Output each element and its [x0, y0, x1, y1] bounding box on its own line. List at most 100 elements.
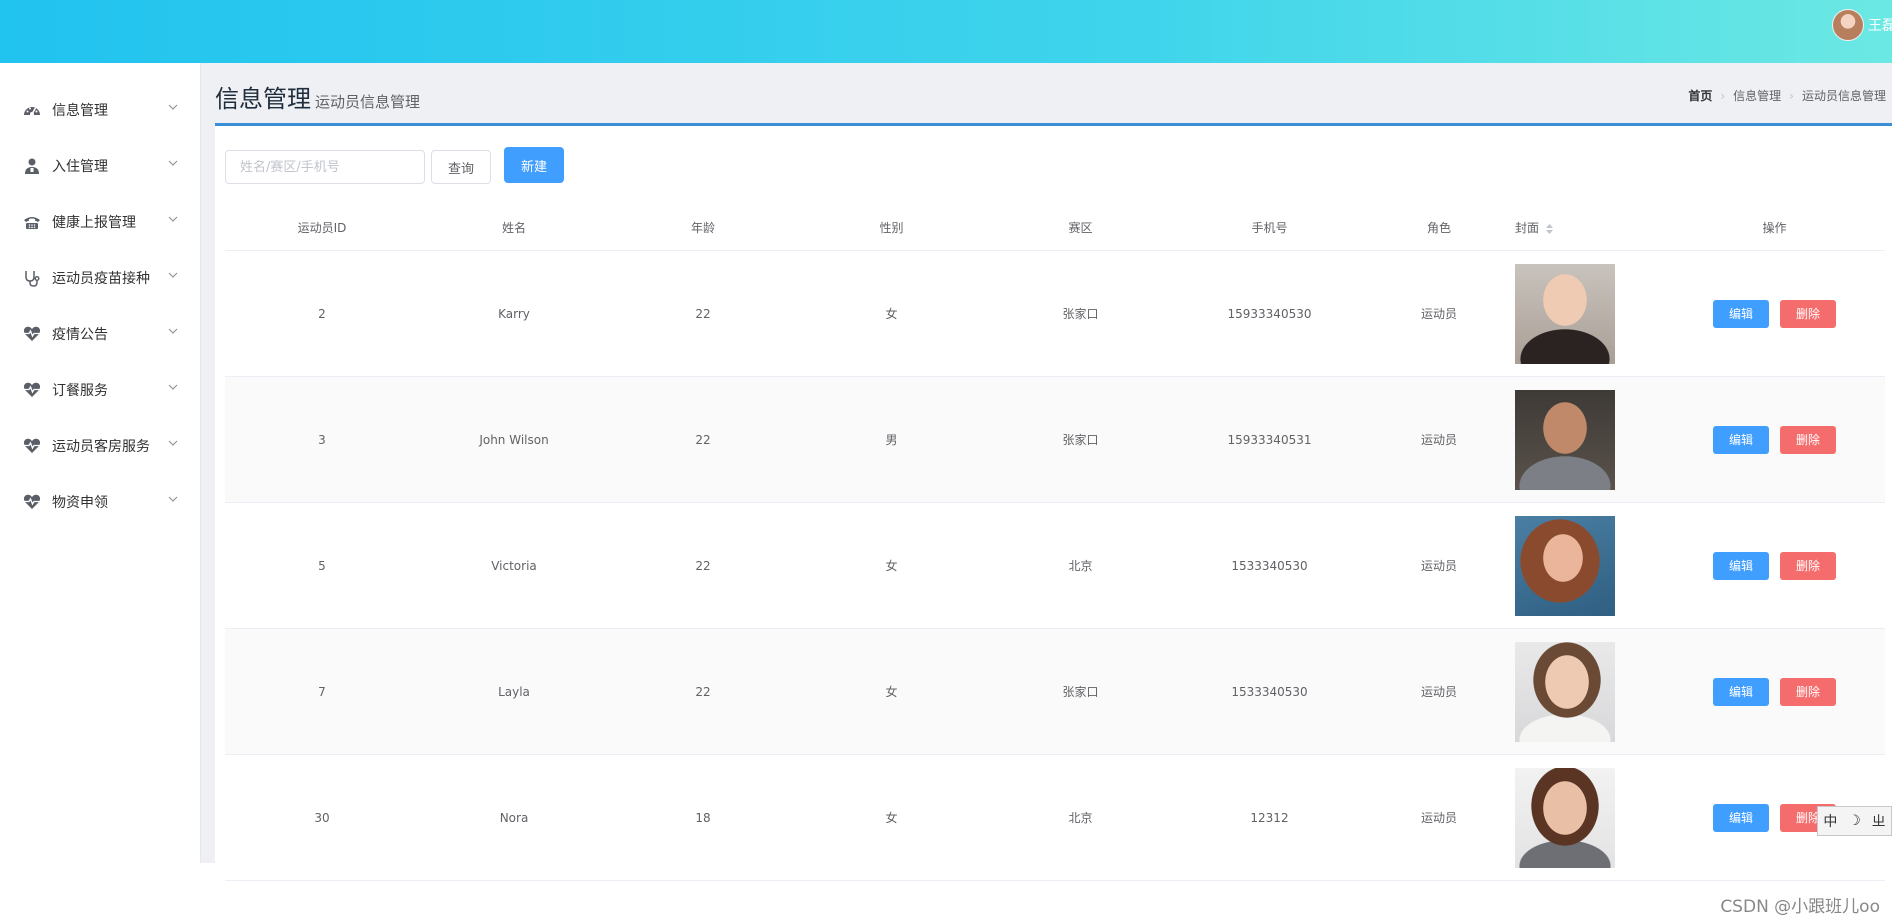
sidebar-item-label: 入住管理 — [52, 159, 108, 175]
avatar[interactable] — [1832, 9, 1864, 41]
edit-button[interactable]: 编辑 — [1713, 299, 1769, 328]
chevron-down-icon — [168, 104, 178, 110]
cell-phone: 1533340530 — [1175, 628, 1364, 755]
cell-actions: 编辑 删除 — [1664, 376, 1885, 503]
sidebar-item-checkin-management[interactable]: 入住管理 — [0, 138, 200, 194]
sidebar-item-supplies-request[interactable]: 物资申领 — [0, 474, 200, 530]
user-menu[interactable]: 王磊 — [1832, 9, 1892, 41]
cell-phone: 15933340530 — [1175, 250, 1364, 377]
table-header-row: 运动员ID 姓名 年龄 性别 赛区 手机号 角色 封面 操作 — [225, 205, 1885, 251]
column-header-actions: 操作 — [1664, 205, 1885, 251]
table-row: 3 John Wilson 22 男 张家口 15933340531 运动员 编… — [225, 376, 1885, 503]
column-header-phone: 手机号 — [1175, 205, 1364, 251]
cell-id: 2 — [225, 250, 419, 377]
ime-moon-icon[interactable]: ☽ — [1848, 813, 1861, 829]
cover-image[interactable] — [1515, 263, 1615, 364]
cell-age: 18 — [609, 754, 797, 881]
ime-toolbar[interactable]: 中 ☽ ㄓ — [1817, 806, 1892, 836]
page-subtitle: 运动员信息管理 — [315, 93, 421, 111]
cell-zone: 张家口 — [986, 376, 1175, 503]
edit-button[interactable]: 编辑 — [1713, 803, 1769, 832]
breadcrumb: 首页 › 信息管理 › 运动员信息管理 — [1688, 87, 1886, 104]
delete-button[interactable]: 删除 — [1780, 299, 1836, 328]
cell-zone: 北京 — [986, 502, 1175, 629]
cover-image[interactable] — [1515, 767, 1615, 868]
edit-button[interactable]: 编辑 — [1713, 677, 1769, 706]
delete-button[interactable]: 删除 — [1780, 425, 1836, 454]
cell-name: Karry — [419, 250, 609, 377]
sidebar-item-meal-service[interactable]: 订餐服务 — [0, 362, 200, 418]
heartbeat-icon — [22, 380, 42, 400]
column-header-id: 运动员ID — [225, 205, 419, 251]
column-header-cover-label: 封面 — [1515, 221, 1540, 235]
sidebar-item-label: 疫情公告 — [52, 327, 108, 343]
cover-image[interactable] — [1515, 515, 1615, 616]
new-button[interactable]: 新建 — [504, 147, 564, 183]
column-header-name: 姓名 — [419, 205, 609, 251]
cell-id: 7 — [225, 628, 419, 755]
cell-zone: 张家口 — [986, 250, 1175, 377]
cell-id: 3 — [225, 376, 419, 503]
breadcrumb-separator-icon: › — [1789, 88, 1794, 103]
table-row: 2 Karry 22 女 张家口 15933340530 运动员 编辑 删除 — [225, 250, 1885, 377]
column-header-role: 角色 — [1364, 205, 1514, 251]
watermark: CSDN @小跟班儿oo — [1720, 897, 1880, 917]
sidebar-item-epidemic-notice[interactable]: 疫情公告 — [0, 306, 200, 362]
main-content: 信息管理运动员信息管理 首页 › 信息管理 › 运动员信息管理 查询 新建 运动… — [201, 63, 1892, 881]
cell-actions: 编辑 删除 — [1664, 628, 1885, 755]
sidebar-item-vaccination[interactable]: 运动员疫苗接种 — [0, 250, 200, 306]
edit-button[interactable]: 编辑 — [1713, 425, 1769, 454]
cell-zone: 张家口 — [986, 628, 1175, 755]
sidebar-item-label: 订餐服务 — [52, 383, 108, 399]
chevron-down-icon — [168, 496, 178, 502]
delete-button[interactable]: 删除 — [1780, 551, 1836, 580]
cell-age: 22 — [609, 628, 797, 755]
cell-age: 22 — [609, 376, 797, 503]
chevron-down-icon — [168, 272, 178, 278]
ime-mode-icon[interactable]: ㄓ — [1872, 811, 1886, 831]
column-header-zone: 赛区 — [986, 205, 1175, 251]
username[interactable]: 王磊 — [1868, 15, 1892, 35]
phone-icon — [22, 212, 42, 232]
top-header: 王磊 — [0, 0, 1892, 63]
chevron-down-icon — [168, 384, 178, 390]
breadcrumb-current: 运动员信息管理 — [1801, 89, 1886, 103]
cell-role: 运动员 — [1364, 754, 1514, 881]
page-title-text: 信息管理 — [215, 85, 311, 113]
cell-gender: 男 — [797, 376, 986, 503]
cell-cover — [1514, 376, 1664, 503]
cell-phone: 1533340530 — [1175, 502, 1364, 629]
cover-image[interactable] — [1515, 389, 1615, 490]
sidebar-item-room-service[interactable]: 运动员客房服务 — [0, 418, 200, 474]
breadcrumb-home[interactable]: 首页 — [1688, 87, 1712, 104]
ime-language-toggle[interactable]: 中 — [1823, 811, 1837, 831]
table-row: 30 Nora 18 女 北京 12312 运动员 编辑 删除 — [225, 754, 1885, 881]
sidebar-item-health-report[interactable]: 健康上报管理 — [0, 194, 200, 250]
delete-button[interactable]: 删除 — [1780, 677, 1836, 706]
cell-actions: 编辑 删除 — [1664, 502, 1885, 629]
cover-image[interactable] — [1515, 641, 1615, 742]
sidebar-item-label: 健康上报管理 — [52, 215, 136, 231]
sort-icon[interactable] — [1545, 223, 1554, 235]
sidebar-item-label: 信息管理 — [52, 103, 108, 119]
sidebar-item-label: 运动员客房服务 — [52, 439, 150, 455]
cell-actions: 编辑 删除 — [1664, 250, 1885, 377]
sidebar-item-info-management[interactable]: 信息管理 — [0, 82, 200, 138]
cell-cover — [1514, 628, 1664, 755]
breadcrumb-info-management[interactable]: 信息管理 — [1733, 87, 1781, 104]
stethoscope-icon — [22, 268, 42, 288]
cell-role: 运动员 — [1364, 376, 1514, 503]
cell-gender: 女 — [797, 628, 986, 755]
column-header-cover[interactable]: 封面 — [1514, 205, 1664, 251]
query-button[interactable]: 查询 — [431, 150, 491, 184]
table-row: 5 Victoria 22 女 北京 1533340530 运动员 编辑 删除 — [225, 502, 1885, 629]
cell-age: 22 — [609, 250, 797, 377]
cell-id: 30 — [225, 754, 419, 881]
cell-phone: 12312 — [1175, 754, 1364, 881]
column-header-gender: 性别 — [797, 205, 986, 251]
edit-button[interactable]: 编辑 — [1713, 551, 1769, 580]
page-header: 信息管理 运动员信息管理 首页 › 信息管理 › 运动员信息管理 — [215, 63, 1892, 126]
search-input[interactable] — [225, 150, 425, 184]
cell-age: 22 — [609, 502, 797, 629]
cell-gender: 女 — [797, 754, 986, 881]
